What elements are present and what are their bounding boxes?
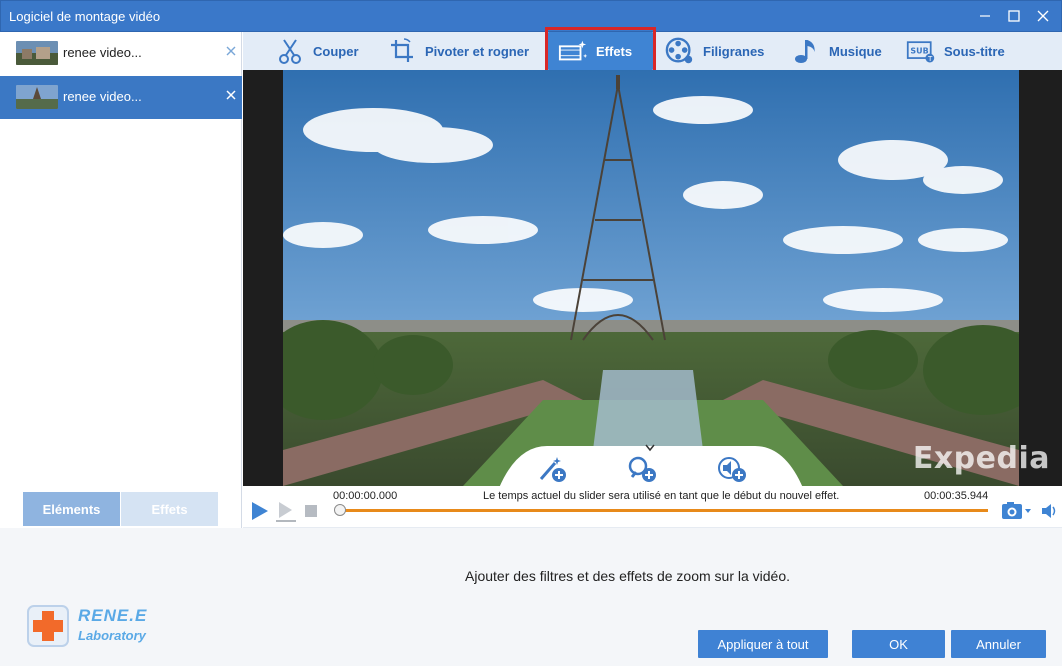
logo-badge-icon: [27, 605, 69, 647]
watermark-text: Expedia: [912, 441, 1050, 476]
video-thumbnail: [16, 85, 58, 109]
tool-cut[interactable]: Couper: [275, 32, 359, 70]
tool-label: Couper: [313, 43, 359, 59]
timeline-slider-handle[interactable]: [334, 504, 346, 516]
logo-name: RENE.E: [78, 606, 148, 625]
start-time: 00:00:00.000: [333, 490, 398, 502]
video-frame: [283, 70, 1019, 486]
volume-add-icon: [718, 457, 746, 482]
add-zoom-button[interactable]: [625, 454, 659, 484]
stop-icon: [305, 505, 317, 517]
add-filter-button[interactable]: [535, 454, 569, 484]
volume-button[interactable]: [1039, 500, 1061, 522]
magic-wand-add-icon: [539, 457, 566, 482]
logo: RENE.E Laboratory: [26, 604, 166, 648]
tool-label: Sous-titre: [944, 43, 1005, 59]
media-list-panel: renee video... renee video... Eléments E…: [0, 32, 242, 528]
step-play-button[interactable]: [274, 500, 296, 522]
description-text: Ajouter des filtres et des effets de zoo…: [465, 568, 791, 584]
ok-button[interactable]: OK: [852, 630, 945, 658]
title-bar: Logiciel de montage vidéo: [0, 0, 1062, 32]
maximize-button[interactable]: [1000, 5, 1028, 27]
effects-highlight-frame: [545, 27, 656, 75]
crop-rotate-icon: [387, 36, 417, 66]
maximize-icon: [1008, 10, 1020, 22]
play-icon: [252, 502, 268, 520]
media-item-label: renee video...: [63, 45, 142, 60]
tool-label: Filigranes: [703, 43, 765, 59]
video-preview: Expedia: [243, 70, 1062, 488]
svg-text:T: T: [927, 54, 933, 63]
left-tabs: Eléments Effets: [23, 492, 218, 526]
close-icon: [1037, 10, 1049, 22]
end-time: 00:00:35.944: [924, 490, 989, 502]
logo-sub: Laboratory: [78, 628, 146, 643]
remove-media-button[interactable]: [224, 88, 238, 102]
media-item-label: renee video...: [63, 89, 142, 104]
window-title: Logiciel de montage vidéo: [9, 9, 161, 24]
media-item[interactable]: renee video...: [0, 32, 242, 75]
svg-text:SUB: SUB: [910, 47, 928, 56]
video-thumbnail: [16, 41, 58, 65]
camera-icon: [1002, 502, 1031, 519]
close-icon: [226, 90, 236, 100]
slider-info-text: Le temps actuel du slider sera utilisé e…: [483, 490, 840, 502]
timeline-track[interactable]: [340, 509, 988, 512]
tool-label: Pivoter et rogner: [425, 43, 530, 59]
snapshot-button[interactable]: [1001, 500, 1031, 522]
minimize-button[interactable]: [971, 5, 999, 27]
bottom-panel: Ajouter des filtres et des effets de zoo…: [0, 528, 1062, 666]
minimize-icon: [980, 15, 990, 17]
tab-effects[interactable]: Effets: [121, 492, 218, 526]
speaker-icon: [1042, 504, 1056, 518]
subtitle-icon: SUB T: [906, 36, 936, 66]
remove-media-button[interactable]: [224, 44, 238, 58]
tool-music[interactable]: Musique: [791, 32, 882, 70]
tool-watermark[interactable]: Filigranes: [665, 32, 764, 70]
effect-overlay-bar: [499, 444, 803, 488]
music-note-icon: [791, 36, 821, 66]
cancel-button[interactable]: Annuler: [951, 630, 1046, 658]
media-item-selected[interactable]: renee video...: [0, 76, 242, 119]
tool-label: Musique: [829, 43, 882, 59]
close-icon: [226, 46, 236, 56]
stop-button[interactable]: [300, 500, 322, 522]
play-step-icon: [276, 502, 296, 522]
add-volume-button[interactable]: [715, 454, 749, 484]
play-button[interactable]: [248, 500, 270, 522]
timeline-bar: 00:00:00.000 Le temps actuel du slider s…: [243, 486, 1062, 528]
film-reel-icon: [665, 36, 695, 66]
chevron-down-icon[interactable]: [644, 440, 656, 452]
tab-elements[interactable]: Eléments: [23, 492, 120, 526]
close-window-button[interactable]: [1029, 5, 1057, 27]
apply-all-button[interactable]: Appliquer à tout: [698, 630, 828, 658]
scissors-icon: [275, 36, 305, 66]
tool-subtitle[interactable]: SUB T Sous-titre: [906, 32, 1005, 70]
zoom-add-icon: [628, 456, 656, 482]
tool-rotate-crop[interactable]: Pivoter et rogner: [387, 32, 529, 70]
